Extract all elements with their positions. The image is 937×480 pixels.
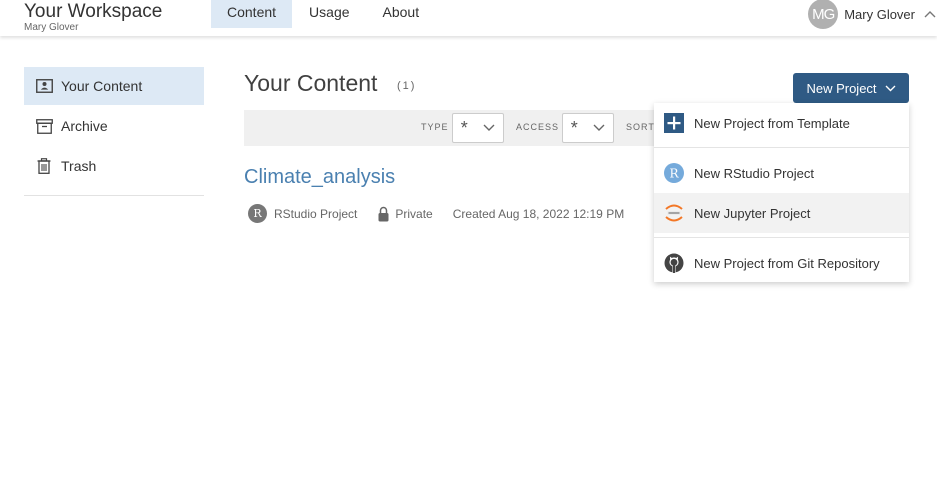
svg-text:R: R [669, 167, 679, 181]
jupyter-icon [663, 202, 685, 224]
top-nav: Content Usage About [211, 0, 436, 28]
access-filter-label: ACCESS [516, 122, 560, 132]
trash-icon [35, 157, 53, 175]
sidebar: Your Content Archive Trash [24, 67, 204, 196]
menu-item-jupyter[interactable]: New Jupyter Project [654, 193, 909, 233]
chevron-down-icon [593, 124, 605, 131]
access-filter-value: * [570, 117, 578, 138]
sort-label: SORT [626, 122, 655, 132]
menu-item-label: New Project from Template [694, 115, 850, 131]
type-filter-select[interactable]: * [452, 113, 504, 143]
menu-item-label: New Jupyter Project [694, 205, 811, 221]
new-project-menu: New Project from Template R New RStudio … [654, 103, 909, 282]
sidebar-item-archive[interactable]: Archive [24, 107, 204, 145]
user-name[interactable]: Mary Glover [844, 7, 915, 22]
rstudio-icon: R [663, 162, 685, 184]
tab-about[interactable]: About [367, 0, 436, 28]
menu-divider [654, 147, 909, 148]
filter-bar: TYPE * ACCESS * SORT [244, 110, 654, 146]
user-card-icon [35, 77, 53, 95]
menu-item-git-repository[interactable]: New Project from Git Repository [654, 243, 909, 283]
sidebar-item-label: Trash [61, 158, 97, 174]
user-menu[interactable]: MG Mary Glover [808, 0, 937, 29]
rstudio-icon: R [248, 204, 267, 223]
sidebar-item-label: Archive [61, 118, 108, 134]
lock-icon [378, 206, 389, 221]
sidebar-item-your-content[interactable]: Your Content [24, 67, 204, 105]
new-project-button[interactable]: New Project [793, 73, 909, 103]
content-count: (1) [397, 80, 417, 92]
page-title: Your Content [244, 70, 378, 96]
access-filter-select[interactable]: * [562, 113, 614, 143]
project-meta: R RStudio Project Private Created Aug 18… [248, 204, 624, 223]
workspace-title: Your Workspace [24, 1, 163, 22]
chevron-down-icon [483, 124, 495, 131]
tab-content[interactable]: Content [211, 0, 293, 28]
chevron-down-icon [885, 85, 896, 91]
template-plus-icon [663, 112, 685, 134]
menu-item-label: New Project from Git Repository [694, 255, 880, 271]
menu-divider [654, 237, 909, 238]
avatar[interactable]: MG [808, 0, 839, 29]
type-filter-value: * [460, 117, 468, 138]
project-created: Created Aug 18, 2022 12:19 PM [452, 206, 625, 221]
sidebar-item-label: Your Content [61, 78, 143, 94]
menu-item-label: New RStudio Project [694, 165, 814, 181]
chevron-up-icon[interactable] [923, 7, 937, 21]
top-header: Your Workspace Mary Glover Content Usage… [0, 0, 937, 36]
menu-item-from-template[interactable]: New Project from Template [654, 103, 909, 143]
archive-box-icon [35, 117, 53, 135]
tab-usage[interactable]: Usage [293, 0, 365, 28]
menu-item-rstudio[interactable]: R New RStudio Project [654, 153, 909, 193]
project-access: Private [395, 206, 433, 221]
new-project-label: New Project [806, 80, 877, 96]
sidebar-item-trash[interactable]: Trash [24, 147, 204, 185]
project-type: RStudio Project [274, 206, 358, 221]
github-icon [663, 252, 685, 274]
project-title-link[interactable]: Climate_analysis [244, 166, 395, 189]
type-filter-label: TYPE [421, 122, 449, 132]
workspace-owner: Mary Glover [24, 22, 79, 33]
